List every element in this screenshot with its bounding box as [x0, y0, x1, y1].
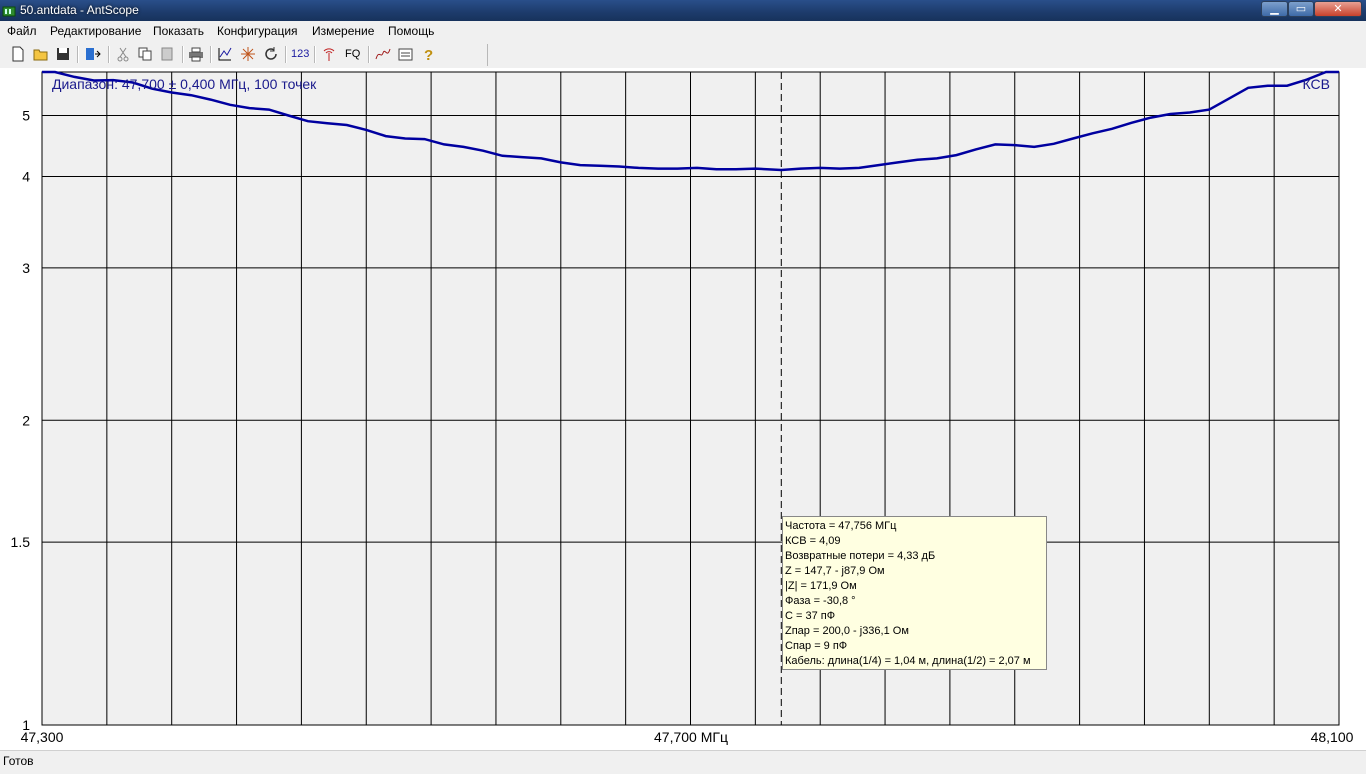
paste-icon[interactable]: [159, 45, 177, 63]
numbers-icon[interactable]: 123: [291, 48, 309, 66]
info-capacitance: C = 37 пФ: [785, 610, 836, 622]
title-bar: 50.antdata - AntScope ▁ ▭ ✕: [0, 0, 1366, 21]
status-text: Готов: [3, 754, 34, 768]
y-tick-label: 5: [22, 108, 30, 124]
y-tick-label: 1.5: [11, 534, 31, 550]
graph-icon[interactable]: [216, 45, 234, 63]
menu-edit[interactable]: Редактирование: [50, 24, 141, 38]
swr-chart[interactable]: 5 4 3 2 1.5 1 Диапазон: 47,700 ± 0,400 МГц, 1…: [0, 68, 1366, 750]
info-return-loss: Возвратные потери = 4,33 дБ: [785, 550, 936, 562]
print-icon[interactable]: [187, 45, 205, 63]
open-icon[interactable]: [32, 45, 50, 63]
chart-mode-icon[interactable]: [374, 45, 392, 63]
window-title: 50.antdata - AntScope: [20, 3, 139, 17]
menu-help[interactable]: Помощь: [388, 24, 434, 38]
minimize-button[interactable]: ▁: [1261, 1, 1288, 17]
info-swr: КСВ = 4,09: [785, 535, 841, 547]
x-tick-right: 48,100: [1311, 729, 1354, 745]
mode-label: КСВ: [1303, 76, 1330, 92]
info-parallel-capacitance: Cпар = 9 пФ: [785, 640, 848, 652]
marker-icon[interactable]: [239, 45, 257, 63]
y-tick-label: 4: [22, 168, 30, 184]
toolbar: 123 FQ ?: [0, 42, 1366, 69]
info-impedance: Z = 147,7 - j87,9 Ом: [785, 565, 885, 577]
info-phase: Фаза = -30,8 °: [785, 595, 856, 607]
new-icon[interactable]: [9, 45, 27, 63]
fq-icon[interactable]: FQ: [345, 48, 360, 66]
menu-view[interactable]: Показать: [153, 24, 204, 38]
range-label: Диапазон: 47,700 ± 0,400 МГц, 100 точек: [52, 76, 317, 92]
notes-icon[interactable]: [397, 45, 415, 63]
maximize-button[interactable]: ▭: [1288, 1, 1314, 17]
y-axis-ticks: 54321.51: [11, 108, 31, 733]
app-icon: [2, 6, 16, 17]
export-icon[interactable]: [84, 45, 102, 63]
refresh-icon[interactable]: [262, 45, 280, 63]
menu-configuration[interactable]: Конфигурация: [217, 24, 298, 38]
antenna-icon[interactable]: [320, 45, 338, 63]
info-impedance-magnitude: |Z| = 171,9 Ом: [785, 580, 857, 592]
x-tick-left: 47,300: [21, 729, 64, 745]
close-button[interactable]: ✕: [1314, 1, 1362, 17]
save-icon[interactable]: [54, 45, 72, 63]
status-bar: Готов: [0, 750, 1366, 774]
menu-measurement[interactable]: Измерение: [312, 24, 374, 38]
help-icon[interactable]: ?: [419, 45, 437, 63]
cut-icon[interactable]: [114, 45, 132, 63]
info-cable-length: Кабель: длина(1/4) = 1,04 м, длина(1/2) …: [785, 655, 1031, 667]
y-tick-label: 3: [22, 260, 30, 276]
info-frequency: Частота = 47,756 МГц: [785, 520, 897, 532]
info-parallel-impedance: Zпар = 200,0 - j336,1 Ом: [785, 625, 909, 637]
y-tick-label: 2: [22, 412, 30, 428]
measurement-tooltip: Частота = 47,756 МГц КСВ = 4,09 Возвратн…: [782, 516, 1047, 670]
copy-icon[interactable]: [136, 45, 154, 63]
svg-text:?: ?: [424, 47, 433, 63]
menu-bar: Файл Редактирование Показать Конфигураци…: [0, 21, 1366, 42]
x-tick-center: 47,700 МГц: [654, 729, 728, 745]
chart-canvas[interactable]: 54321.51 Диапазон: 47,700 ± 0,400 МГц, 1…: [0, 68, 1366, 750]
menu-file[interactable]: Файл: [7, 24, 37, 38]
